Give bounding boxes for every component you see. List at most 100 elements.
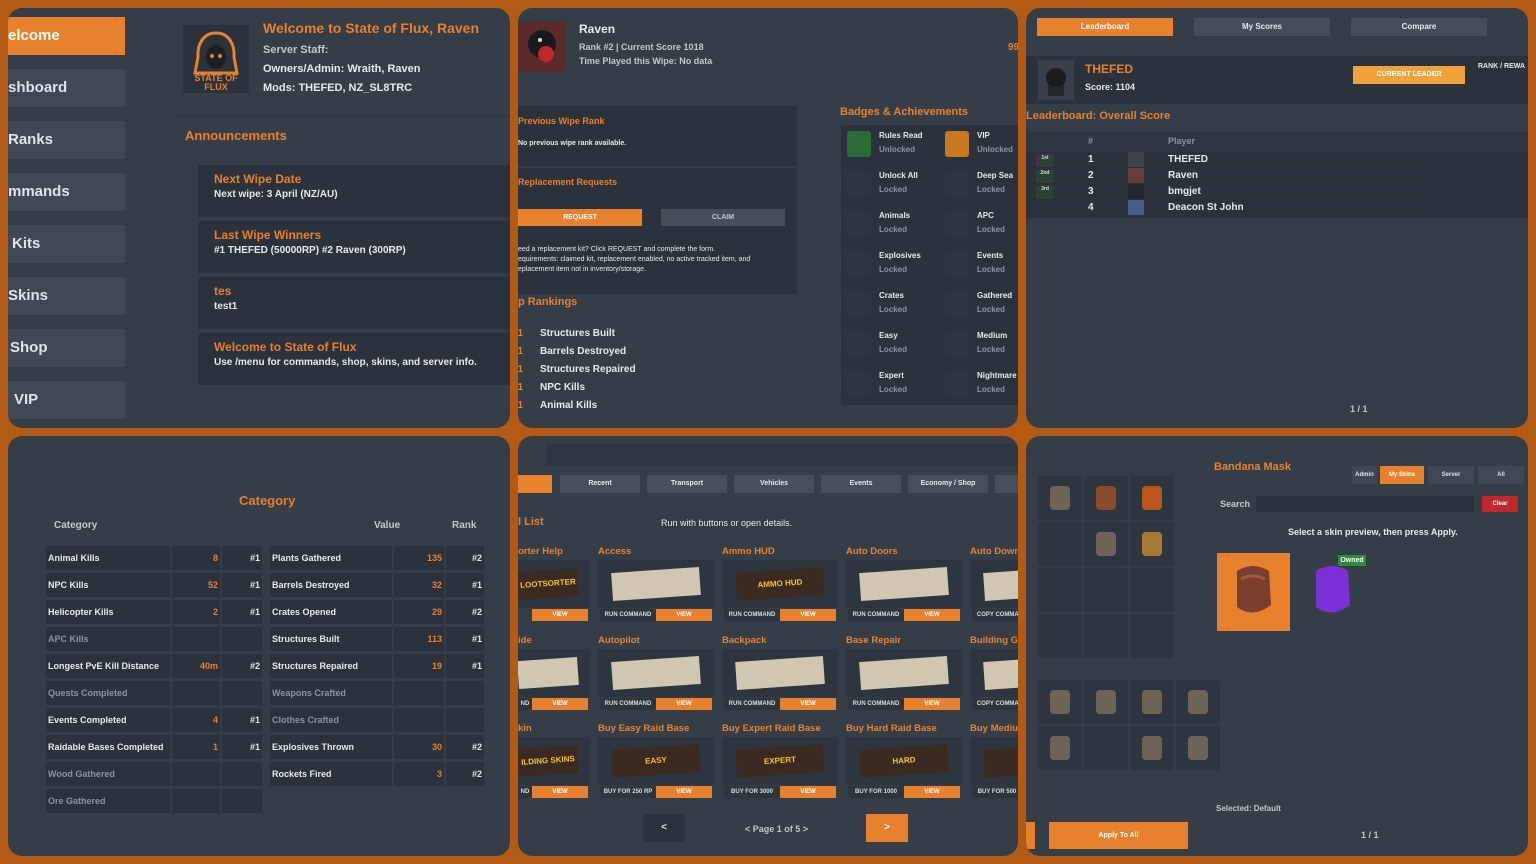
nav-ranks[interactable]: Ranks: [8, 121, 125, 159]
nav-vip[interactable]: VIP: [8, 381, 125, 419]
command-card[interactable]: Buy Hard Raid Base HARD BUY FOR 1000 VIEW: [846, 723, 962, 803]
nav-shop[interactable]: Shop: [8, 329, 125, 367]
view-button[interactable]: VIEW: [904, 609, 960, 621]
prev-page-button[interactable]: <: [643, 814, 685, 842]
command-card[interactable]: Ammo HUD AMMO HUD RUN COMMAND VIEW: [722, 546, 838, 626]
run-command-button[interactable]: BUY FOR 1000: [848, 786, 904, 798]
inventory-slot[interactable]: [1038, 476, 1082, 520]
nav-welcome[interactable]: elcome: [8, 17, 125, 55]
request-button[interactable]: REQUEST: [518, 209, 642, 226]
inventory-slot[interactable]: [1176, 726, 1220, 770]
tab-server[interactable]: Server: [1428, 466, 1474, 484]
table-row[interactable]: 1 THEFED: [1026, 152, 1426, 168]
skin-preview-owned[interactable]: Owned: [1296, 553, 1369, 631]
run-command-button[interactable]: ND: [518, 786, 532, 798]
command-card[interactable]: Buy Easy Raid Base EASY BUY FOR 250 RP VIEW: [598, 723, 714, 803]
tab-transport[interactable]: Transport: [647, 475, 727, 493]
command-card[interactable]: Buy Medium M BUY FOR 500 R: [970, 723, 1018, 803]
run-command-button[interactable]: RUN COMMAND: [724, 698, 780, 710]
next-page-button[interactable]: >: [866, 814, 908, 842]
inventory-slot[interactable]: [1084, 568, 1128, 612]
tab-my-scores[interactable]: My Scores: [1194, 18, 1330, 36]
view-button[interactable]: VIEW: [532, 698, 588, 710]
run-command-button[interactable]: RUN COMMAND: [600, 609, 656, 621]
run-command-button[interactable]: COPY COMMAN: [972, 698, 1018, 710]
run-command-button[interactable]: RUN COMMAND: [600, 698, 656, 710]
inventory-slot[interactable]: [1176, 680, 1220, 724]
inventory-slot[interactable]: [1038, 568, 1082, 612]
nav-dashboard[interactable]: shboard: [8, 69, 125, 107]
tab-admin[interactable]: Admin: [1352, 466, 1377, 484]
tab-more[interactable]: [995, 475, 1018, 493]
table-row[interactable]: 4 Deacon St John: [1026, 200, 1426, 216]
tab-compare[interactable]: Compare: [1351, 18, 1487, 36]
inventory-slot[interactable]: [1084, 726, 1128, 770]
command-card[interactable]: Buy Expert Raid Base EXPERT BUY FOR 3000 VI…: [722, 723, 838, 803]
inventory-slot[interactable]: [1130, 476, 1174, 520]
view-button[interactable]: VIEW: [656, 609, 712, 621]
run-command-button[interactable]: RUN COMMAND: [848, 698, 904, 710]
inventory-slot[interactable]: [1130, 568, 1174, 612]
table-row[interactable]: 3 bmgjet: [1026, 184, 1426, 200]
command-card[interactable]: orter Help LOOTSORTER VIEW: [518, 546, 590, 626]
view-button[interactable]: VIEW: [780, 786, 836, 798]
run-command-button[interactable]: RUN COMMAND: [848, 609, 904, 621]
command-card[interactable]: kin ILDING SKINS ND VIEW: [518, 723, 590, 803]
command-card[interactable]: Building Gra COPY COMMAN: [970, 635, 1018, 715]
left-edge-button[interactable]: [1026, 822, 1035, 849]
tab-all[interactable]: All: [1478, 466, 1524, 484]
view-button[interactable]: VIEW: [904, 786, 960, 798]
command-card[interactable]: Autopilot RUN COMMAND VIEW: [598, 635, 714, 715]
tab-events[interactable]: Events: [821, 475, 901, 493]
skin-preview-default[interactable]: [1217, 553, 1290, 631]
run-command-button[interactable]: ND: [518, 698, 532, 710]
clear-button[interactable]: Clear: [1482, 496, 1518, 512]
search-input[interactable]: [1256, 496, 1474, 512]
inventory-slot[interactable]: [1038, 614, 1082, 658]
nav-commands[interactable]: mmands: [8, 173, 125, 211]
tab-vehicles[interactable]: Vehicles: [734, 475, 814, 493]
inventory-slot[interactable]: [1130, 726, 1174, 770]
inventory-slot[interactable]: [1130, 522, 1174, 566]
inventory-slot[interactable]: [1130, 680, 1174, 724]
view-button[interactable]: VIEW: [780, 698, 836, 710]
inventory-slot[interactable]: [1038, 522, 1082, 566]
run-command-button[interactable]: BUY FOR 500 R: [972, 786, 1018, 798]
inventory-slot[interactable]: [1084, 614, 1128, 658]
table-row[interactable]: 2 Raven: [1026, 168, 1426, 184]
command-card[interactable]: Backpack RUN COMMAND VIEW: [722, 635, 838, 715]
search-bar[interactable]: [546, 444, 1018, 466]
inventory-slot[interactable]: [1038, 726, 1082, 770]
view-button[interactable]: VIEW: [656, 786, 712, 798]
command-card[interactable]: ide ND VIEW: [518, 635, 590, 715]
inventory-slot[interactable]: [1084, 476, 1128, 520]
tab-my-skins[interactable]: My Skins: [1380, 466, 1424, 484]
inventory-slot[interactable]: [1038, 680, 1082, 724]
claim-button[interactable]: CLAIM: [661, 209, 785, 226]
view-button[interactable]: VIEW: [532, 609, 588, 621]
tab-economy-shop[interactable]: Economy / Shop: [908, 475, 988, 493]
run-command-button[interactable]: COPY COMMAN: [972, 609, 1018, 621]
nav-kits[interactable]: Kits: [8, 225, 125, 263]
inventory-slot[interactable]: [1084, 680, 1128, 724]
card-art-icon: LOOTSORTER: [518, 567, 579, 601]
inventory-slot[interactable]: [1130, 614, 1174, 658]
command-card[interactable]: Auto Downg COPY COMMAN: [970, 546, 1018, 626]
view-button[interactable]: VIEW: [904, 698, 960, 710]
command-card[interactable]: Auto Doors RUN COMMAND VIEW: [846, 546, 962, 626]
run-command-button[interactable]: BUY FOR 3000: [724, 786, 780, 798]
apply-all-button[interactable]: Apply To All: [1049, 822, 1188, 849]
command-card[interactable]: Base Repair RUN COMMAND VIEW: [846, 635, 962, 715]
nav-skins[interactable]: Skins: [8, 277, 125, 315]
current-leader-button[interactable]: CURRENT LEADER: [1353, 66, 1465, 84]
run-command-button[interactable]: RUN COMMAND: [724, 609, 780, 621]
view-button[interactable]: VIEW: [656, 698, 712, 710]
command-card[interactable]: Access RUN COMMAND VIEW: [598, 546, 714, 626]
view-button[interactable]: VIEW: [532, 786, 588, 798]
view-button[interactable]: VIEW: [780, 609, 836, 621]
tab-active[interactable]: [518, 475, 552, 493]
inventory-slot[interactable]: [1084, 522, 1128, 566]
run-command-button[interactable]: BUY FOR 250 RP: [600, 786, 656, 798]
tab-leaderboard[interactable]: Leaderboard: [1037, 18, 1173, 36]
tab-recent[interactable]: Recent: [560, 475, 640, 493]
